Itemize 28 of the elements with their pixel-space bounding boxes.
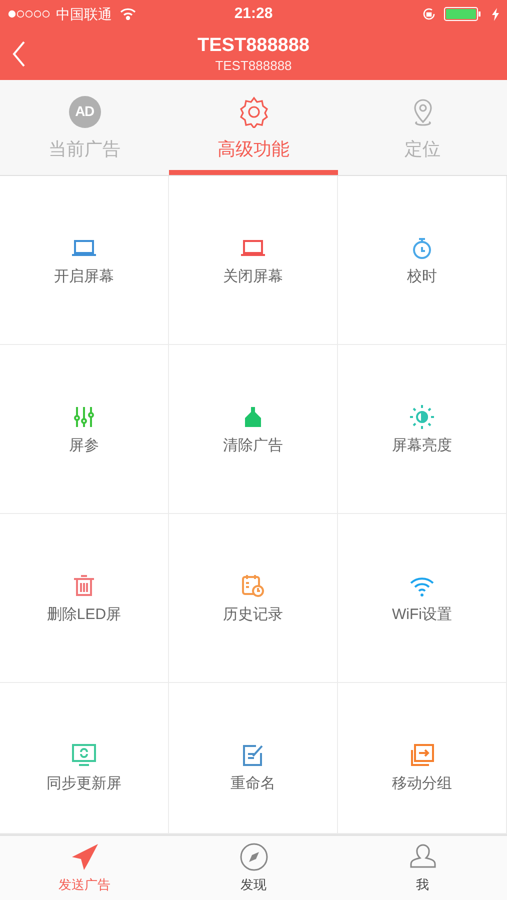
function-tile[interactable]: 移动分组 bbox=[338, 683, 507, 834]
function-tile[interactable]: 屏幕亮度 bbox=[338, 345, 507, 514]
signal-icon bbox=[8, 10, 52, 18]
bottom-nav-item[interactable]: 发送广告 bbox=[0, 836, 169, 900]
function-tile[interactable]: 历史记录 bbox=[169, 514, 338, 683]
status-time: 21:28 bbox=[234, 4, 273, 24]
bottom-nav-item[interactable]: 发现 bbox=[169, 836, 338, 900]
compass-icon bbox=[238, 841, 270, 874]
ad-badge: AD bbox=[68, 96, 100, 128]
function-tile[interactable]: 清除广告 bbox=[169, 345, 338, 514]
bottom-nav-item[interactable]: 我 bbox=[338, 836, 507, 900]
function-tile[interactable]: WiFi设置 bbox=[338, 514, 507, 683]
wifi-icon bbox=[120, 8, 136, 20]
rotation-lock-icon bbox=[422, 7, 436, 21]
function-tile[interactable]: 同步更新屏 bbox=[0, 683, 169, 834]
carrier-name: 中国联通 bbox=[56, 4, 112, 24]
function-tile[interactable]: 关闭屏幕 bbox=[169, 176, 338, 345]
function-tile[interactable]: 校时 bbox=[338, 176, 507, 345]
function-tile[interactable]: 屏参 bbox=[0, 345, 169, 514]
function-tile[interactable]: 删除LED屏 bbox=[0, 514, 169, 683]
back-button[interactable] bbox=[12, 41, 26, 67]
header-subtitle: TEST888888 bbox=[215, 58, 292, 74]
back-chevron-icon bbox=[12, 41, 26, 67]
function-tile[interactable]: 开启屏幕 bbox=[0, 176, 169, 345]
function-tile[interactable]: 重命名 bbox=[169, 683, 338, 834]
gear-icon bbox=[238, 96, 270, 128]
header-title: TEST888888 bbox=[198, 34, 310, 58]
charging-icon bbox=[492, 8, 499, 20]
